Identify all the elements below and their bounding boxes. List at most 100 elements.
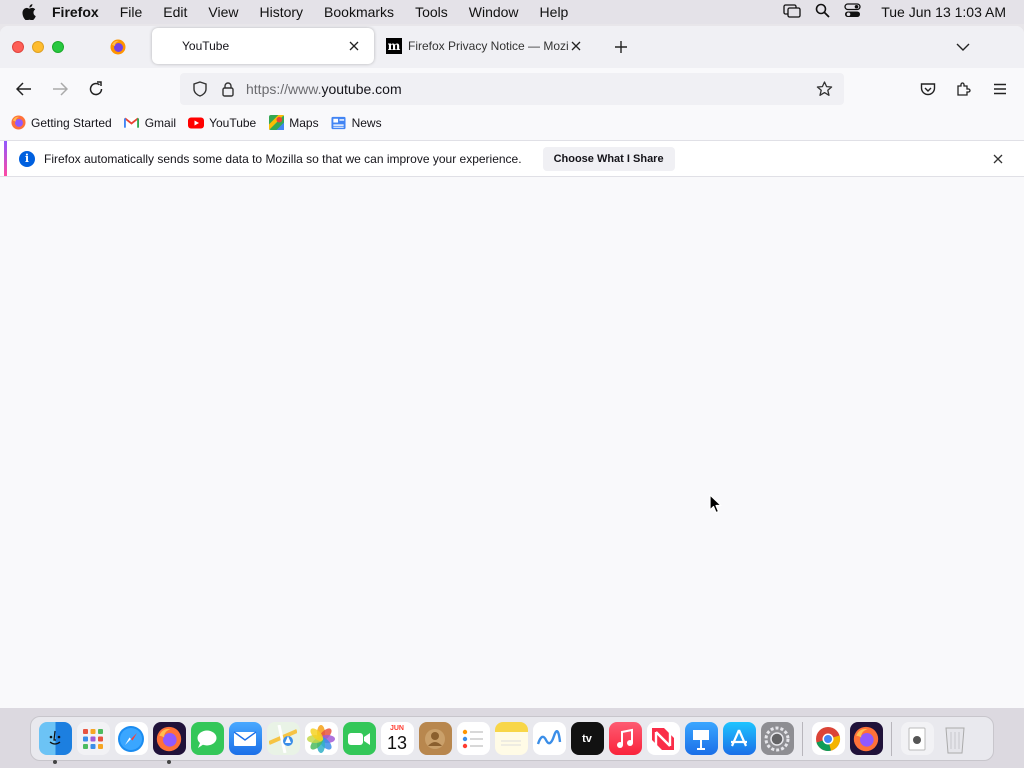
zoom-window-button[interactable] bbox=[52, 41, 64, 53]
bookmark-getting-started[interactable]: Getting Started bbox=[10, 115, 112, 131]
bookmark-label: Maps bbox=[289, 115, 319, 130]
dock-keynote-icon[interactable] bbox=[684, 722, 718, 755]
gmail-icon bbox=[124, 115, 140, 131]
dock-system-settings-icon[interactable] bbox=[760, 722, 794, 755]
tv-label: tv bbox=[582, 732, 592, 745]
spotlight-search-icon[interactable] bbox=[815, 3, 830, 21]
close-window-button[interactable] bbox=[12, 41, 24, 53]
dock-notes-icon[interactable] bbox=[494, 722, 528, 755]
dock-photos-icon[interactable] bbox=[304, 722, 338, 755]
tab-title: YouTube bbox=[182, 39, 230, 53]
data-collection-notification-bar: i Firefox automatically sends some data … bbox=[0, 140, 1024, 177]
window-controls bbox=[12, 41, 64, 53]
close-tab-icon[interactable] bbox=[346, 38, 362, 54]
dock-calendar-icon[interactable]: JUN 13 bbox=[380, 722, 414, 755]
minimize-window-button[interactable] bbox=[32, 41, 44, 53]
running-indicator bbox=[167, 760, 171, 764]
bookmark-news[interactable]: News bbox=[331, 115, 382, 131]
dock-reminders-icon[interactable] bbox=[456, 722, 490, 755]
url-text[interactable]: https://www.youtube.com bbox=[246, 81, 814, 97]
dock-contacts-icon[interactable] bbox=[418, 722, 452, 755]
url-host: youtube.com bbox=[321, 81, 402, 97]
tab-strip: YouTube m Firefox Privacy Notice — Mozil… bbox=[0, 26, 1024, 68]
bookmark-gmail[interactable]: Gmail bbox=[124, 115, 176, 131]
bookmark-label: Getting Started bbox=[31, 115, 112, 130]
dock-firefox-icon[interactable] bbox=[849, 722, 883, 755]
pocket-icon[interactable] bbox=[914, 75, 942, 103]
mozilla-favicon-icon: m bbox=[386, 38, 402, 54]
menu-app-firefox[interactable]: Firefox bbox=[52, 4, 99, 20]
bookmark-label: News bbox=[351, 115, 382, 130]
menu-bookmarks[interactable]: Bookmarks bbox=[324, 4, 394, 20]
choose-what-i-share-button[interactable]: Choose What I Share bbox=[542, 146, 675, 171]
news-icon bbox=[331, 115, 347, 131]
bookmark-maps[interactable]: Maps bbox=[268, 115, 319, 131]
youtube-icon bbox=[188, 115, 205, 131]
bookmark-star-icon[interactable] bbox=[814, 79, 834, 99]
page-content-area[interactable] bbox=[0, 178, 1024, 711]
navigation-toolbar: https://www.youtube.com bbox=[0, 68, 1024, 110]
maps-icon bbox=[268, 115, 284, 131]
dock-safari-icon[interactable] bbox=[114, 722, 148, 755]
calendar-month: JUN bbox=[389, 724, 404, 732]
dock-downloads-folder-icon[interactable] bbox=[900, 722, 934, 755]
menu-help[interactable]: Help bbox=[540, 4, 569, 20]
bookmark-youtube[interactable]: YouTube bbox=[188, 115, 256, 131]
dock-chrome-icon[interactable] bbox=[811, 722, 845, 755]
dock-finder-icon[interactable] bbox=[38, 722, 72, 755]
close-tab-icon[interactable] bbox=[568, 38, 584, 54]
forward-arrow-icon[interactable] bbox=[46, 75, 74, 103]
menu-file[interactable]: File bbox=[120, 4, 143, 20]
lock-icon[interactable] bbox=[218, 79, 238, 99]
notification-message: Firefox automatically sends some data to… bbox=[44, 151, 522, 166]
close-notification-icon[interactable] bbox=[990, 151, 1006, 167]
firefox-view-icon[interactable] bbox=[110, 39, 126, 55]
dock-news-icon[interactable] bbox=[646, 722, 680, 755]
screen-mirroring-icon[interactable] bbox=[783, 3, 801, 21]
hamburger-menu-icon[interactable] bbox=[986, 75, 1014, 103]
tab-youtube[interactable]: YouTube bbox=[152, 28, 374, 64]
dock-maps-icon[interactable] bbox=[266, 722, 300, 755]
menubar-clock[interactable]: Tue Jun 13 1:03 AM bbox=[881, 4, 1006, 20]
info-icon: i bbox=[19, 150, 35, 167]
dock-firefox-icon[interactable] bbox=[152, 722, 186, 755]
menu-history[interactable]: History bbox=[259, 4, 303, 20]
notification-accent-stripe bbox=[4, 141, 7, 176]
dock-facetime-icon[interactable] bbox=[342, 722, 376, 755]
menu-edit[interactable]: Edit bbox=[163, 4, 187, 20]
extensions-puzzle-icon[interactable] bbox=[950, 75, 978, 103]
dock-separator bbox=[891, 721, 892, 756]
macos-menubar: Firefox File Edit View History Bookmarks… bbox=[0, 0, 1024, 24]
dock-apple-tv-icon[interactable]: tv bbox=[570, 722, 604, 755]
dock-mail-icon[interactable] bbox=[228, 722, 262, 755]
menu-window[interactable]: Window bbox=[469, 4, 519, 20]
firefox-icon bbox=[10, 115, 26, 131]
dock-separator bbox=[802, 721, 803, 756]
dock-app-store-icon[interactable] bbox=[722, 722, 756, 755]
menu-tools[interactable]: Tools bbox=[415, 4, 448, 20]
dock-music-icon[interactable] bbox=[608, 722, 642, 755]
macos-dock: JUN 13 tv bbox=[30, 716, 994, 764]
calendar-day: 13 bbox=[386, 732, 408, 753]
dock-trash-icon[interactable] bbox=[939, 722, 972, 755]
apple-menu-icon[interactable] bbox=[16, 4, 42, 20]
bookmark-label: Gmail bbox=[144, 115, 177, 130]
firefox-window: YouTube m Firefox Privacy Notice — Mozil… bbox=[0, 26, 1024, 711]
menu-view[interactable]: View bbox=[208, 4, 238, 20]
bookmark-label: YouTube bbox=[209, 115, 257, 130]
dock-launchpad-icon[interactable] bbox=[76, 722, 110, 755]
list-all-tabs-chevron-icon[interactable] bbox=[954, 38, 972, 56]
url-bar[interactable]: https://www.youtube.com bbox=[180, 73, 844, 105]
tracking-protection-shield-icon[interactable] bbox=[190, 79, 210, 99]
tab-title: Firefox Privacy Notice — Mozilla bbox=[408, 39, 568, 53]
dock-messages-icon[interactable] bbox=[190, 722, 224, 755]
reload-icon[interactable] bbox=[82, 75, 110, 103]
running-indicator bbox=[53, 760, 57, 764]
back-arrow-icon[interactable] bbox=[10, 75, 38, 103]
new-tab-plus-icon[interactable] bbox=[612, 38, 630, 56]
control-center-icon[interactable] bbox=[844, 3, 861, 21]
bookmarks-toolbar: Getting Started Gmail YouTube Maps News bbox=[0, 110, 1024, 135]
dock-freeform-icon[interactable] bbox=[532, 722, 566, 755]
mouse-cursor-icon bbox=[709, 494, 722, 514]
tab-privacy-notice[interactable]: m Firefox Privacy Notice — Mozilla bbox=[386, 28, 596, 64]
